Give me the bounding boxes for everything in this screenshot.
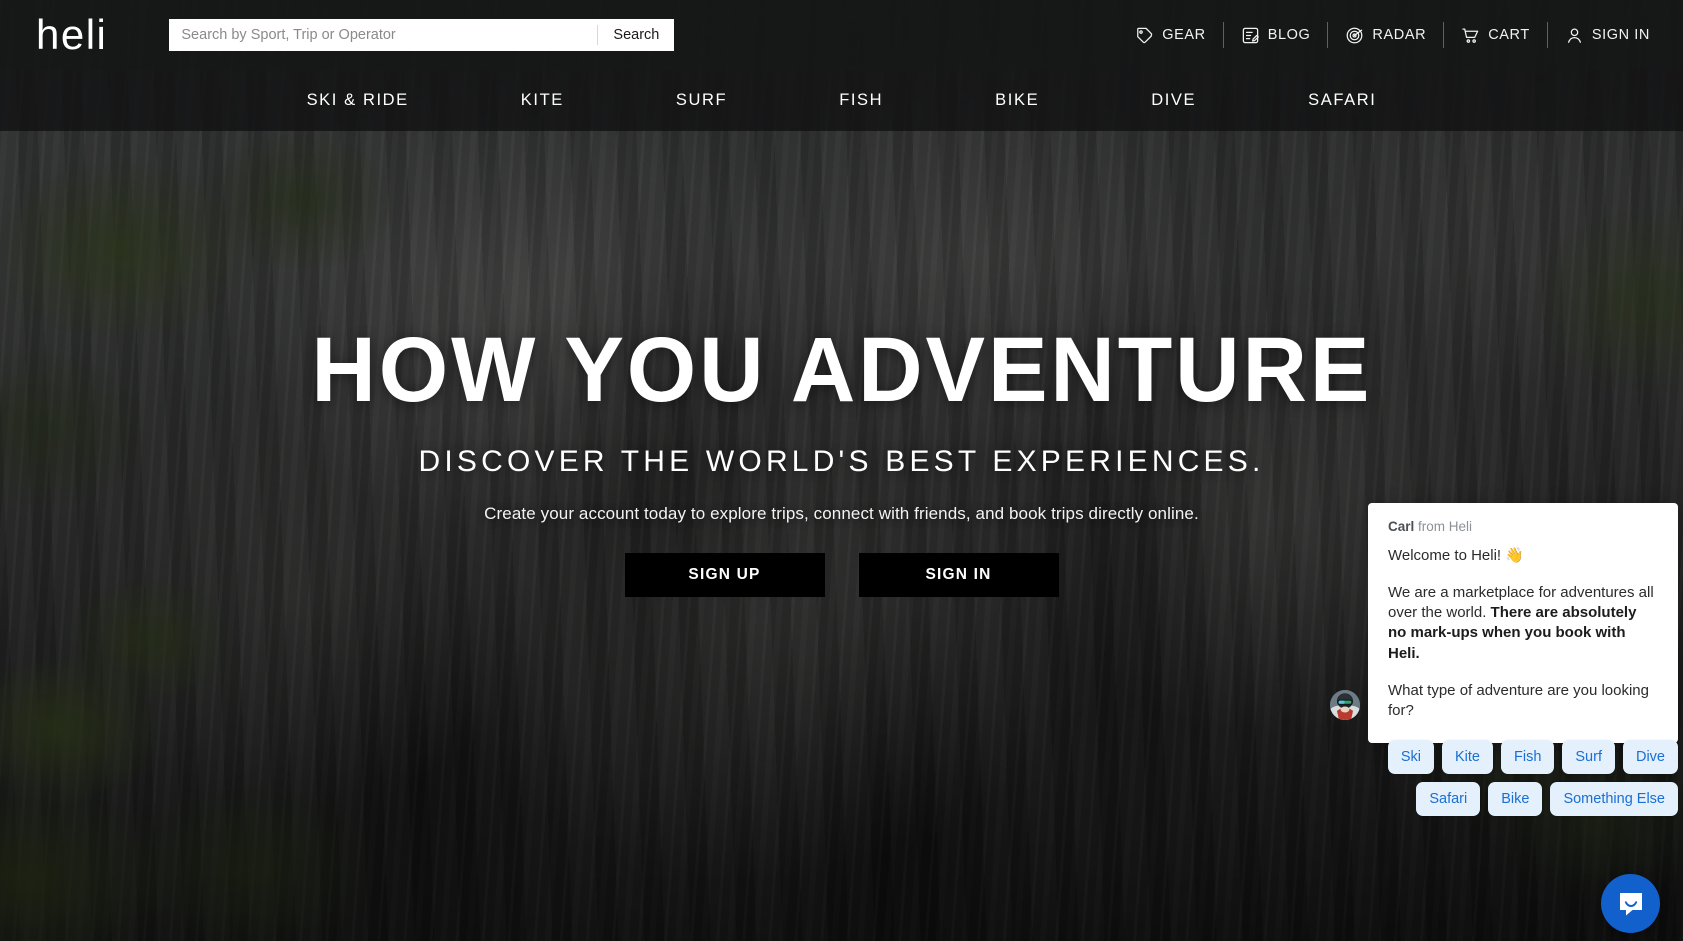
- quick-reply-kite[interactable]: Kite: [1441, 740, 1493, 774]
- search-input[interactable]: [169, 19, 598, 51]
- topnav-label-blog: BLOG: [1267, 27, 1311, 43]
- quick-reply-dive[interactable]: Dive: [1622, 740, 1678, 774]
- chat-sender-name: Carl: [1388, 519, 1415, 534]
- catnav-item-surf[interactable]: SURF: [620, 91, 783, 110]
- topnav-label-cart: CART: [1488, 27, 1530, 43]
- hero-subtitle: DISCOVER THE WORLD'S BEST EXPERIENCES.: [418, 445, 1265, 478]
- catnav-item-ski-and-ride[interactable]: SKI & RIDE: [251, 91, 465, 110]
- top-navigation: GEAR BLOG RADAR CART SIGN IN: [1118, 18, 1667, 52]
- chat-sender-suffix: from Heli: [1414, 519, 1473, 534]
- topnav-item-gear[interactable]: GEAR: [1118, 21, 1223, 49]
- hero-title: HOW YOU ADVENTURE: [311, 319, 1372, 421]
- quick-reply-something-else[interactable]: Something Else: [1550, 782, 1678, 816]
- radar-icon: [1345, 26, 1364, 45]
- chat-sender: Carl from Heli: [1388, 519, 1658, 535]
- catnav-item-fish[interactable]: FISH: [783, 91, 939, 110]
- catnav-item-dive[interactable]: DIVE: [1095, 91, 1252, 110]
- chat-agent-avatar: [1330, 690, 1360, 720]
- tag-icon: [1135, 26, 1154, 45]
- user-icon: [1565, 26, 1584, 45]
- search-bar: Search: [169, 19, 675, 51]
- chat-body: We are a marketplace for adventures all …: [1388, 583, 1658, 663]
- sign-in-button[interactable]: SIGN IN: [858, 553, 1059, 597]
- blog-document-icon: [1241, 26, 1260, 45]
- quick-reply-ski[interactable]: Ski: [1387, 740, 1434, 774]
- quick-reply-bike[interactable]: Bike: [1488, 782, 1543, 816]
- topnav-label-radar: RADAR: [1372, 27, 1427, 43]
- category-navigation: SKI & RIDE KITE SURF FISH BIKE DIVE SAFA…: [0, 70, 1683, 131]
- hero-cta-group: SIGN UP SIGN IN: [624, 553, 1059, 597]
- chat-quick-replies: Ski Kite Fish Surf Dive Safari Bike Some…: [1338, 740, 1678, 816]
- search-button[interactable]: Search: [598, 19, 675, 51]
- hero-description: Create your account today to explore tri…: [484, 504, 1199, 523]
- quick-reply-fish[interactable]: Fish: [1500, 740, 1555, 774]
- chat-message-card: Carl from Heli Welcome to Heli! 👋 We are…: [1368, 503, 1678, 743]
- topnav-item-blog[interactable]: BLOG: [1224, 21, 1328, 49]
- catnav-item-safari[interactable]: SAFARI: [1252, 91, 1432, 110]
- topnav-label-sign-in: SIGN IN: [1591, 27, 1650, 43]
- chat-question: What type of adventure are you looking f…: [1388, 681, 1649, 719]
- site-logo[interactable]: heli: [36, 14, 107, 56]
- quick-reply-surf[interactable]: Surf: [1562, 740, 1615, 774]
- topnav-item-sign-in[interactable]: SIGN IN: [1548, 21, 1667, 49]
- catnav-item-bike[interactable]: BIKE: [939, 91, 1095, 110]
- top-bar: heli Search GEAR BLOG: [0, 0, 1683, 70]
- chat-launcher-button[interactable]: [1601, 874, 1660, 933]
- sign-up-button[interactable]: SIGN UP: [624, 553, 825, 597]
- topnav-item-radar[interactable]: RADAR: [1328, 21, 1443, 49]
- topnav-item-cart[interactable]: CART: [1444, 21, 1547, 49]
- quick-reply-safari[interactable]: Safari: [1416, 782, 1481, 816]
- chat-greeting: Welcome to Heli! 👋: [1388, 547, 1524, 565]
- chat-bubble-smile-icon: [1616, 889, 1646, 919]
- shopping-cart-icon: [1461, 26, 1480, 45]
- topnav-label-gear: GEAR: [1162, 27, 1206, 43]
- catnav-item-kite[interactable]: KITE: [465, 91, 620, 110]
